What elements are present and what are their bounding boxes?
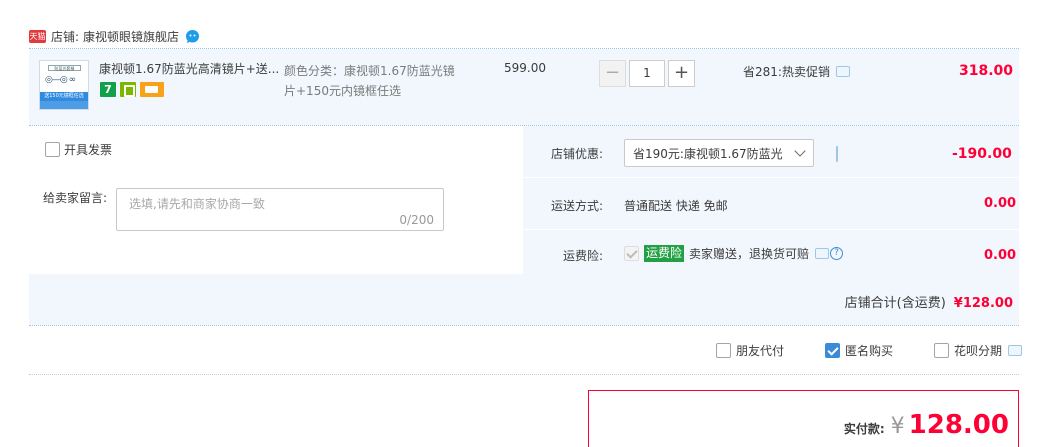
huabei-checkbox[interactable] bbox=[934, 343, 950, 358]
message-char-count: 0/200 bbox=[399, 213, 434, 227]
promotion-text: 省281:热卖促销 bbox=[743, 65, 830, 79]
divider bbox=[523, 229, 1019, 230]
shop-discount-label: 店铺优惠: bbox=[550, 147, 603, 161]
shop-total-label: 店铺合计(含运费) bbox=[844, 296, 946, 311]
increase-quantity-button[interactable]: + bbox=[668, 60, 695, 87]
payment-label: 实付款: bbox=[843, 422, 885, 436]
insurance-tag: 运费险 bbox=[644, 245, 685, 262]
spec-line: 颜色分类：康视顿1.67防蓝光镜 bbox=[284, 64, 455, 78]
divider bbox=[29, 325, 1019, 326]
thumbnail-footer bbox=[40, 101, 88, 109]
divider bbox=[523, 177, 1019, 178]
insurance-text: 卖家赠送，退换货可赔 bbox=[689, 247, 810, 261]
huabei-label: 花呗分期 bbox=[954, 344, 1003, 358]
seller-message-input[interactable]: 选填,请先和商家协商一致 0/200 bbox=[116, 188, 444, 231]
currency-symbol: ¥ bbox=[890, 414, 905, 439]
invoice-label: 开具发票 bbox=[64, 143, 113, 157]
comment-icon[interactable] bbox=[836, 146, 838, 162]
thumbnail-banner: 送150元镜框任选 bbox=[40, 92, 88, 101]
shop-total-amount: ¥128.00 bbox=[953, 296, 1013, 311]
friend-pay-option[interactable]: 朋友代付 bbox=[716, 342, 784, 359]
product-title-link[interactable]: 康视顿1.67防蓝光高清镜片+送... bbox=[99, 60, 281, 77]
payment-options: 朋友代付 匿名购买 花呗分期 bbox=[716, 342, 1023, 359]
shop-name-link[interactable]: 康视顿眼镜旗舰店 bbox=[83, 28, 179, 45]
chevron-down-icon bbox=[794, 145, 806, 157]
thumbnail-caption: 防蓝光套餐 bbox=[48, 65, 81, 71]
quantity-input[interactable]: 1 bbox=[629, 60, 665, 87]
shop-header: 天猫 店铺: 康视顿眼镜旗舰店 bbox=[29, 26, 200, 46]
huabei-option[interactable]: 花呗分期 bbox=[934, 342, 1002, 359]
shop-discount-amount: -190.00 bbox=[952, 146, 1012, 162]
shop-discount-select[interactable]: 省190元:康视顿1.67防蓝光 bbox=[624, 139, 814, 167]
order-item-row: 防蓝光套餐 ◎—◎ ∞ 送150元镜框任选 康视顿1.67防蓝光高清镜片+送..… bbox=[29, 49, 1019, 125]
divider bbox=[29, 374, 1019, 375]
anonymous-checkbox[interactable] bbox=[825, 343, 841, 358]
comment-icon[interactable] bbox=[835, 66, 850, 77]
shipping-insurance: 运费险 卖家赠送，退换货可赔 ? bbox=[624, 245, 844, 262]
shop-discount-selected: 省190元:康视顿1.67防蓝光 bbox=[633, 146, 783, 161]
message-placeholder: 选填,请先和商家协商一致 bbox=[129, 197, 265, 211]
insurance-fee: 0.00 bbox=[984, 248, 1017, 263]
spec-line: 片+150元内镜框任选 bbox=[284, 84, 401, 98]
shop-label: 店铺: bbox=[51, 29, 80, 44]
shipping-method: 普通配送 快递 免邮 bbox=[624, 199, 728, 213]
message-label: 给卖家留言: bbox=[43, 191, 108, 205]
payment-amount: 128.00 bbox=[908, 410, 1009, 440]
payment-total: 实付款: ¥ 128.00 bbox=[844, 410, 1009, 440]
glasses-icon: ◎—◎ ∞ bbox=[45, 75, 76, 85]
invoice-option[interactable]: 开具发票 bbox=[45, 141, 112, 158]
payment-summary: 实付款: ¥ 128.00 bbox=[588, 390, 1019, 447]
gift-icon[interactable] bbox=[120, 82, 136, 97]
anonymous-label: 匿名购买 bbox=[845, 344, 894, 358]
wangwang-chat-icon[interactable] bbox=[185, 29, 200, 44]
friend-pay-checkbox[interactable] bbox=[716, 343, 731, 358]
comment-icon[interactable] bbox=[815, 248, 830, 259]
product-thumbnail[interactable]: 防蓝光套餐 ◎—◎ ∞ 送150元镜框任选 bbox=[39, 60, 89, 110]
credit-card-icon[interactable] bbox=[140, 82, 164, 97]
help-icon[interactable]: ? bbox=[830, 247, 844, 260]
quantity-stepper: − 1 + bbox=[599, 60, 695, 87]
unit-price: 599.00 bbox=[504, 61, 546, 75]
shop-total-bar: 店铺合计(含运费) ¥128.00 bbox=[29, 274, 1019, 325]
tmall-logo-icon: 天猫 bbox=[29, 29, 46, 43]
service-icons: 7 bbox=[100, 82, 164, 97]
seven-day-return-icon[interactable]: 7 bbox=[100, 82, 116, 97]
shop-total: 店铺合计(含运费) ¥128.00 bbox=[845, 292, 1013, 311]
shipping-fee: 0.00 bbox=[984, 196, 1017, 211]
anonymous-option[interactable]: 匿名购买 bbox=[825, 342, 893, 359]
product-spec: 颜色分类：康视顿1.67防蓝光镜 片+150元内镜框任选 bbox=[284, 61, 464, 101]
item-promotion: 省281:热卖促销 bbox=[743, 63, 850, 80]
invoice-checkbox[interactable] bbox=[45, 142, 60, 157]
comment-icon[interactable] bbox=[1008, 345, 1023, 356]
insurance-checkbox bbox=[624, 246, 639, 261]
decrease-quantity-button[interactable]: − bbox=[599, 60, 626, 87]
friend-pay-label: 朋友代付 bbox=[736, 344, 785, 358]
insurance-label: 运费险: bbox=[562, 249, 603, 263]
shipping-label: 运送方式: bbox=[550, 199, 603, 213]
item-subtotal: 318.00 bbox=[959, 63, 1014, 79]
